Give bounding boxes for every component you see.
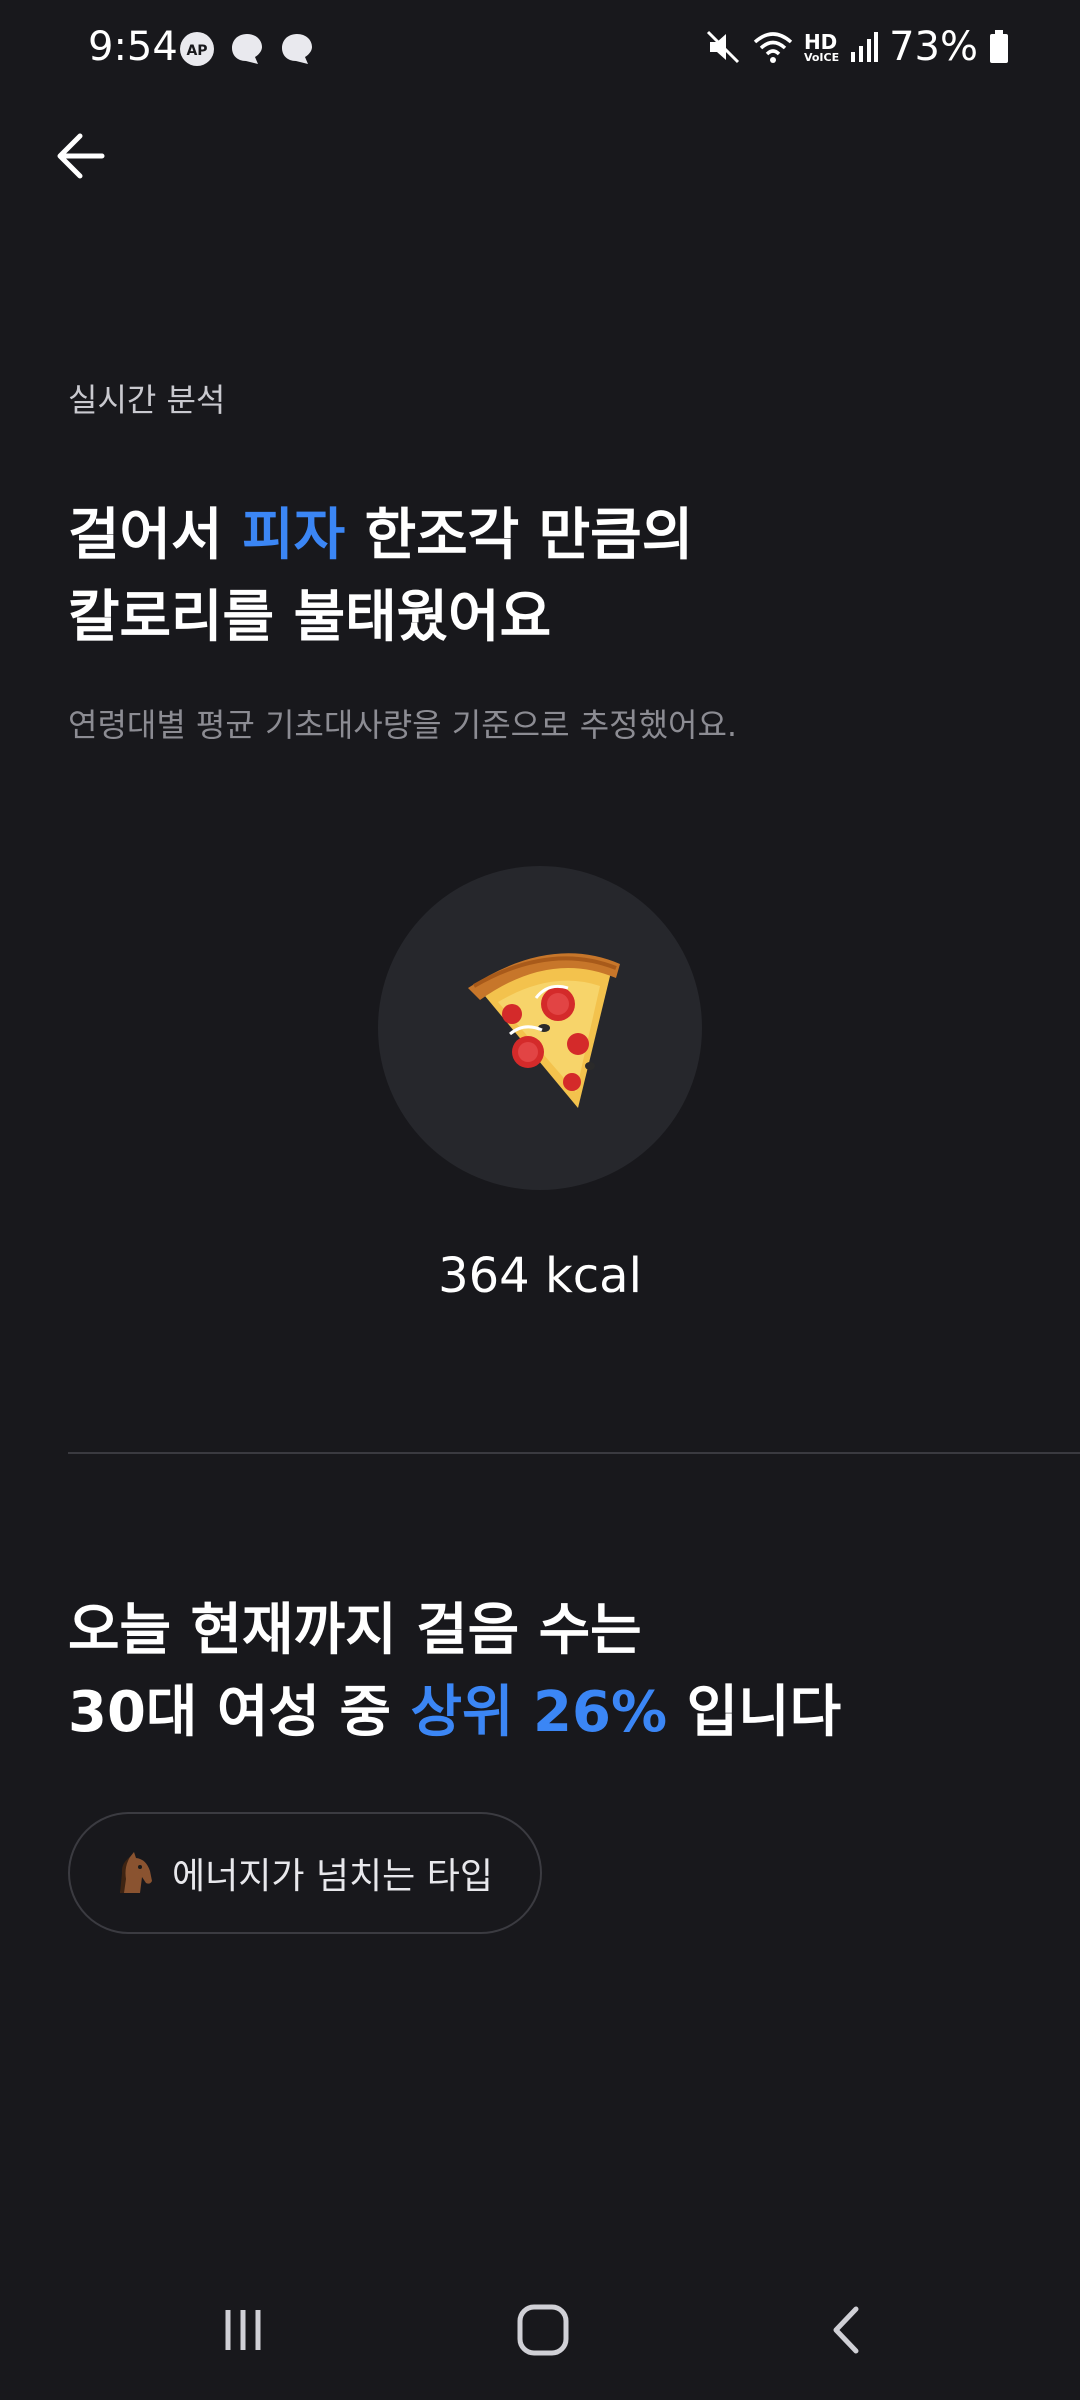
steps-rank-title: 오늘 현재까지 걸음 수는 30대 여성 중 상위 26% 입니다	[68, 1590, 841, 1754]
recent-apps-icon	[225, 2310, 261, 2350]
food-icon-circle	[378, 866, 702, 1190]
signal-icon	[851, 32, 879, 62]
status-bar: 9:54 AP HD VoICE 73%	[0, 0, 1080, 100]
calorie-headline: 걸어서 피자 한조각 만큼의 칼로리를 불태웠어요	[68, 495, 693, 659]
chat-bubble-icon	[232, 34, 262, 64]
section-divider	[68, 1452, 1080, 1454]
rank-text: 30대 여성 중	[68, 1680, 411, 1745]
nav-back-button[interactable]	[807, 2290, 887, 2370]
svg-text:AP: AP	[186, 43, 207, 59]
pizza-slice-icon	[468, 953, 620, 1108]
energy-type-chip[interactable]: 에너지가 넘치는 타입	[68, 1812, 542, 1934]
steps-rank-line1: 오늘 현재까지 걸음 수는	[68, 1598, 642, 1663]
headline-text: 걸어서	[68, 503, 243, 568]
chat-bubble-icon	[282, 34, 312, 64]
status-time: 9:54	[88, 24, 178, 70]
voice-label: VoICE	[803, 50, 840, 64]
battery-icon	[990, 30, 1008, 63]
calorie-subtext: 연령대별 평균 기초대사량을 기준으로 추정했어요.	[68, 706, 738, 744]
app-notification-icon: AP	[180, 32, 214, 66]
system-nav-bar	[0, 2290, 1080, 2370]
mute-icon	[706, 30, 739, 64]
status-system-icons: HD VoICE 73%	[704, 24, 1010, 70]
energy-type-label: 에너지가 넘치는 타입	[172, 1856, 493, 1897]
calorie-headline-line1: 걸어서 피자 한조각 만큼의	[68, 495, 693, 577]
wifi-icon	[753, 32, 793, 63]
horse-icon	[120, 1852, 152, 1893]
battery-percent: 73%	[889, 24, 978, 70]
food-name: 피자	[242, 503, 346, 568]
headline-text: 한조각 만큼의	[345, 503, 694, 568]
calorie-headline-line2: 칼로리를 불태웠어요	[68, 585, 552, 650]
chevron-left-icon	[833, 2306, 859, 2354]
rank-percentile: 상위 26%	[410, 1680, 668, 1745]
section-label: 실시간 분석	[68, 381, 226, 419]
back-button[interactable]	[50, 126, 110, 186]
back-arrow-icon	[57, 133, 105, 179]
calorie-value: 364 kcal	[438, 1248, 642, 1304]
rank-text: 입니다	[667, 1680, 842, 1745]
status-notification-icons: AP	[178, 30, 316, 68]
recent-apps-button[interactable]	[203, 2290, 283, 2370]
hd-voice-icon: HD VoICE	[804, 32, 839, 63]
steps-rank-line2: 30대 여성 중 상위 26% 입니다	[68, 1672, 841, 1754]
hd-label: HD	[803, 29, 838, 54]
home-icon	[517, 2304, 569, 2356]
home-button[interactable]	[503, 2290, 583, 2370]
